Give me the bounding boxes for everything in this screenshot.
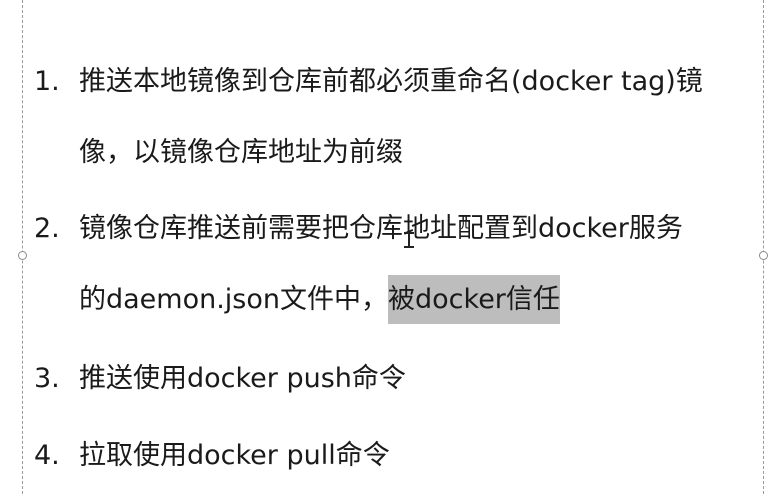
list-item-2-text-line-1: 镜像仓库推送前需要把仓库地址配置到docker服务 <box>79 213 683 244</box>
list-item-2-text-line-2: 的daemon.json文件中，被docker信任 <box>79 275 560 324</box>
list-item-2-text-plain: 的daemon.json文件中， <box>79 284 389 315</box>
resize-handle-right-icon[interactable] <box>759 251 768 260</box>
list-item-1-text-line-1: 推送本地镜像到仓库前都必须重命名(docker tag)镜 <box>79 66 703 97</box>
list-item-3-text: 推送使用docker push命令 <box>79 363 406 394</box>
frame-border-left <box>22 0 23 494</box>
list-item-4-text: 拉取使用docker pull命令 <box>79 440 390 471</box>
list-item-1-text-line-2: 像，以镜像仓库地址为前缀 <box>79 137 403 168</box>
resize-handle-left-icon[interactable] <box>18 251 27 260</box>
list-item-3-number: 3. <box>34 363 60 394</box>
list-item-2-number: 2. <box>34 213 60 244</box>
list-item-1-number: 1. <box>34 66 60 97</box>
list-item-4-number: 4. <box>34 440 60 471</box>
text-cursor-icon <box>404 232 414 248</box>
frame-border-right <box>763 0 764 494</box>
selected-text-highlight[interactable]: 被docker信任 <box>388 275 560 324</box>
